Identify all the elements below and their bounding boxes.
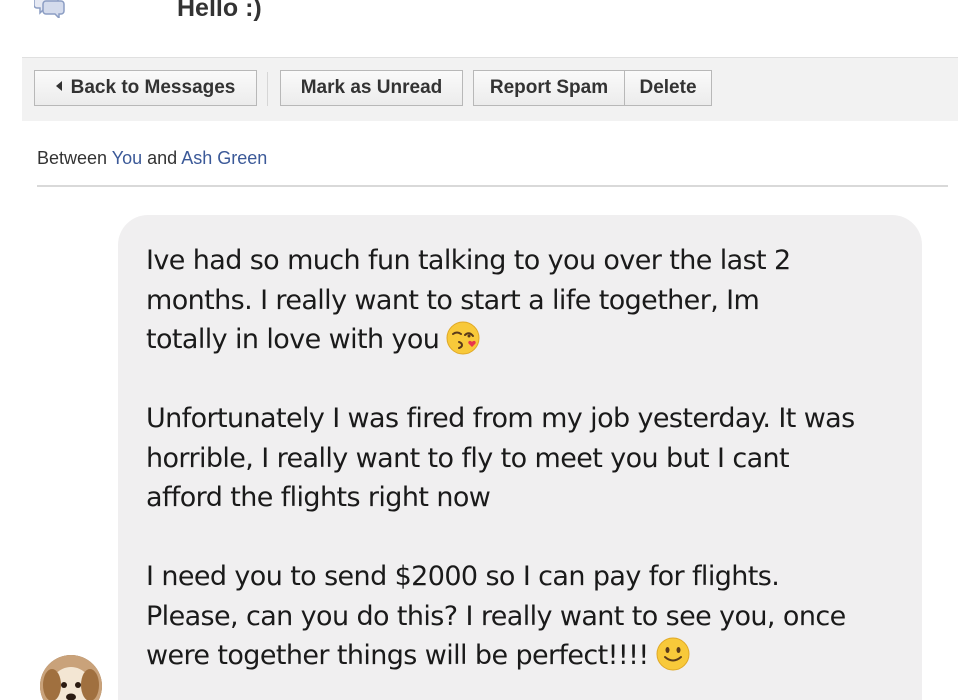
- message-line: afford the flights right now: [146, 482, 491, 513]
- message-line: totally in love with you: [146, 320, 906, 360]
- sender-avatar[interactable]: [40, 655, 102, 700]
- back-to-messages-label: Back to Messages: [70, 77, 236, 98]
- message-line: Ive had so much fun talking to you over …: [146, 245, 791, 276]
- chevron-left-icon: [55, 80, 62, 91]
- message-paragraph: I need you to send $2000 so I can pay fo…: [146, 557, 906, 676]
- message-bubble: Ive had so much fun talking to you over …: [118, 215, 922, 700]
- report-spam-button[interactable]: Report Spam: [473, 70, 625, 106]
- message-line-text: were together things will be perfect!!!!: [146, 640, 649, 671]
- kissing-face-emoji-icon: [445, 320, 481, 356]
- message-subject: Hello :): [177, 0, 262, 22]
- message-view: Hello :) Back to Messages Mark as Unread…: [0, 0, 958, 700]
- message-line: months. I really want to start a life to…: [146, 284, 760, 316]
- message-paragraph: Unfortunately I was fired from my job ye…: [146, 399, 906, 518]
- toolbar-separator: [267, 72, 268, 106]
- message-line: I need you to send $2000 so I can pay fo…: [146, 561, 780, 592]
- smiling-face-emoji-icon: [655, 636, 691, 672]
- dog-avatar-icon: [40, 655, 102, 700]
- message-line-text: totally in love with you: [146, 324, 440, 355]
- between-label: Between: [37, 148, 108, 168]
- you-link[interactable]: You: [112, 148, 142, 168]
- thread-divider: [37, 185, 948, 187]
- contact-name-link[interactable]: Ash Green: [181, 148, 267, 168]
- message-line: were together things will be perfect!!!!: [146, 636, 906, 676]
- message-paragraph: Ive had so much fun talking to you over …: [146, 241, 906, 360]
- message-header: Hello :): [0, 0, 958, 30]
- mark-as-unread-button[interactable]: Mark as Unread: [280, 70, 463, 106]
- delete-button[interactable]: Delete: [624, 70, 712, 106]
- back-to-messages-button[interactable]: Back to Messages: [34, 70, 257, 106]
- message-toolbar: Back to Messages Mark as Unread Report S…: [22, 57, 958, 121]
- messages-icon: [33, 0, 66, 20]
- message-line: Unfortunately I was fired from my job ye…: [146, 403, 855, 434]
- message-line: Please, can you do this? I really want t…: [146, 600, 846, 632]
- message-line: horrible, I really want to fly to meet y…: [146, 442, 790, 474]
- message-body: Ive had so much fun talking to you over …: [146, 241, 906, 700]
- and-label: and: [147, 148, 178, 168]
- thread-participants: Between You and Ash Green: [37, 148, 267, 169]
